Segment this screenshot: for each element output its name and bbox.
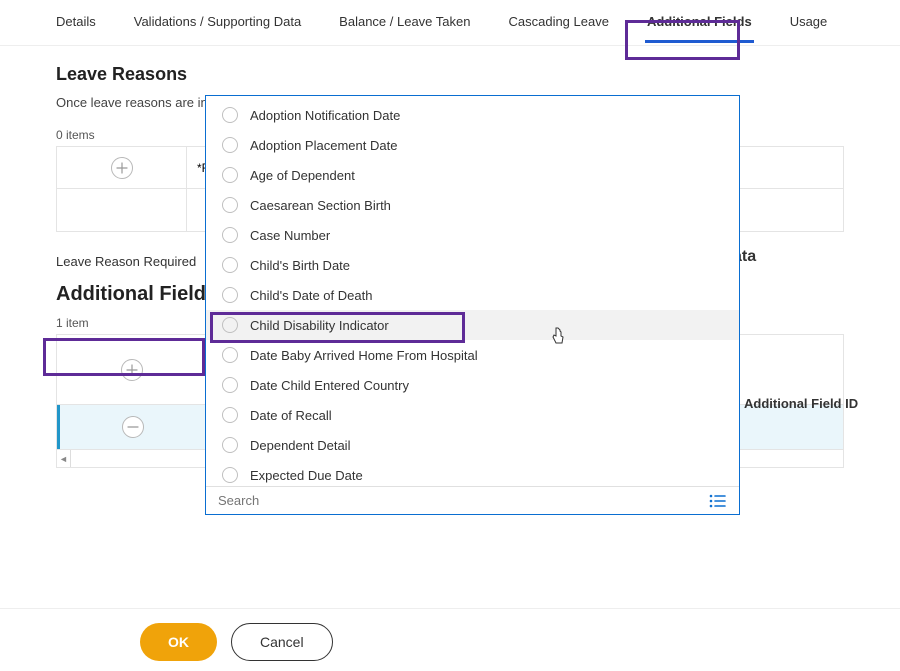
- dropdown-option[interactable]: Child's Date of Death: [206, 280, 739, 310]
- dropdown-option[interactable]: Child Disability Indicator: [206, 310, 739, 340]
- dropdown-option-label: Dependent Detail: [250, 438, 350, 453]
- cancel-button[interactable]: Cancel: [231, 623, 333, 661]
- dropdown-option-label: Child's Birth Date: [250, 258, 350, 273]
- list-icon[interactable]: [709, 494, 727, 508]
- dropdown-option-label: Child Disability Indicator: [250, 318, 389, 333]
- dropdown-option-label: Date Baby Arrived Home From Hospital: [250, 348, 478, 363]
- scroll-left-button[interactable]: ◄: [57, 450, 71, 467]
- dropdown-option[interactable]: Child's Birth Date: [206, 250, 739, 280]
- search-input[interactable]: [218, 493, 709, 508]
- radio-icon: [222, 197, 238, 213]
- ok-button[interactable]: OK: [140, 623, 217, 661]
- dropdown-option[interactable]: Expected Due Date: [206, 460, 739, 486]
- radio-icon: [222, 107, 238, 123]
- tab-validations[interactable]: Validations / Supporting Data: [134, 14, 301, 35]
- add-field-button[interactable]: [121, 359, 143, 381]
- radio-icon: [222, 317, 238, 333]
- radio-icon: [222, 407, 238, 423]
- radio-icon: [222, 467, 238, 483]
- dropdown-option-label: Caesarean Section Birth: [250, 198, 391, 213]
- dropdown-option[interactable]: Date Baby Arrived Home From Hospital: [206, 340, 739, 370]
- add-row-button[interactable]: [111, 157, 133, 179]
- leave-reasons-heading: Leave Reasons: [56, 64, 844, 85]
- tab-balance[interactable]: Balance / Leave Taken: [339, 14, 470, 35]
- plus-icon: [126, 364, 138, 376]
- dropdown-option[interactable]: Date Child Entered Country: [206, 370, 739, 400]
- radio-icon: [222, 347, 238, 363]
- dropdown-option-label: Age of Dependent: [250, 168, 355, 183]
- dropdown-option[interactable]: Age of Dependent: [206, 160, 739, 190]
- radio-icon: [222, 257, 238, 273]
- remove-field-button[interactable]: [122, 416, 144, 438]
- plus-icon: [116, 162, 128, 174]
- dropdown-option[interactable]: Case Number: [206, 220, 739, 250]
- dropdown-option-label: Date of Recall: [250, 408, 332, 423]
- radio-icon: [222, 137, 238, 153]
- minus-icon: [127, 421, 139, 433]
- dropdown-list[interactable]: Adoption Notification Date Adoption Place…: [206, 96, 739, 486]
- additional-field-dropdown: Adoption Notification Date Adoption Place…: [205, 95, 740, 515]
- dropdown-option[interactable]: Caesarean Section Birth: [206, 190, 739, 220]
- dropdown-option-label: Adoption Notification Date: [250, 108, 400, 123]
- dropdown-option[interactable]: Adoption Placement Date: [206, 130, 739, 160]
- tab-cascading[interactable]: Cascading Leave: [508, 14, 608, 35]
- dropdown-option-label: Adoption Placement Date: [250, 138, 397, 153]
- dropdown-option[interactable]: Dependent Detail: [206, 430, 739, 460]
- dropdown-option-label: Case Number: [250, 228, 330, 243]
- footer-actions: OK Cancel: [0, 608, 900, 661]
- radio-icon: [222, 377, 238, 393]
- tab-details[interactable]: Details: [56, 14, 96, 35]
- tab-usage[interactable]: Usage: [790, 14, 828, 35]
- dropdown-option[interactable]: Adoption Notification Date: [206, 100, 739, 130]
- radio-icon: [222, 227, 238, 243]
- dropdown-option[interactable]: Date of Recall: [206, 400, 739, 430]
- dropdown-option-label: Date Child Entered Country: [250, 378, 409, 393]
- additional-field-id-column: Additional Field ID: [744, 396, 884, 411]
- dropdown-option-label: Expected Due Date: [250, 468, 363, 483]
- tab-additional-fields[interactable]: Additional Fields: [647, 14, 752, 35]
- radio-icon: [222, 437, 238, 453]
- tab-bar: Details Validations / Supporting Data Ba…: [0, 0, 900, 46]
- dropdown-search-row: [206, 486, 739, 514]
- dropdown-option-label: Child's Date of Death: [250, 288, 372, 303]
- radio-icon: [222, 167, 238, 183]
- radio-icon: [222, 287, 238, 303]
